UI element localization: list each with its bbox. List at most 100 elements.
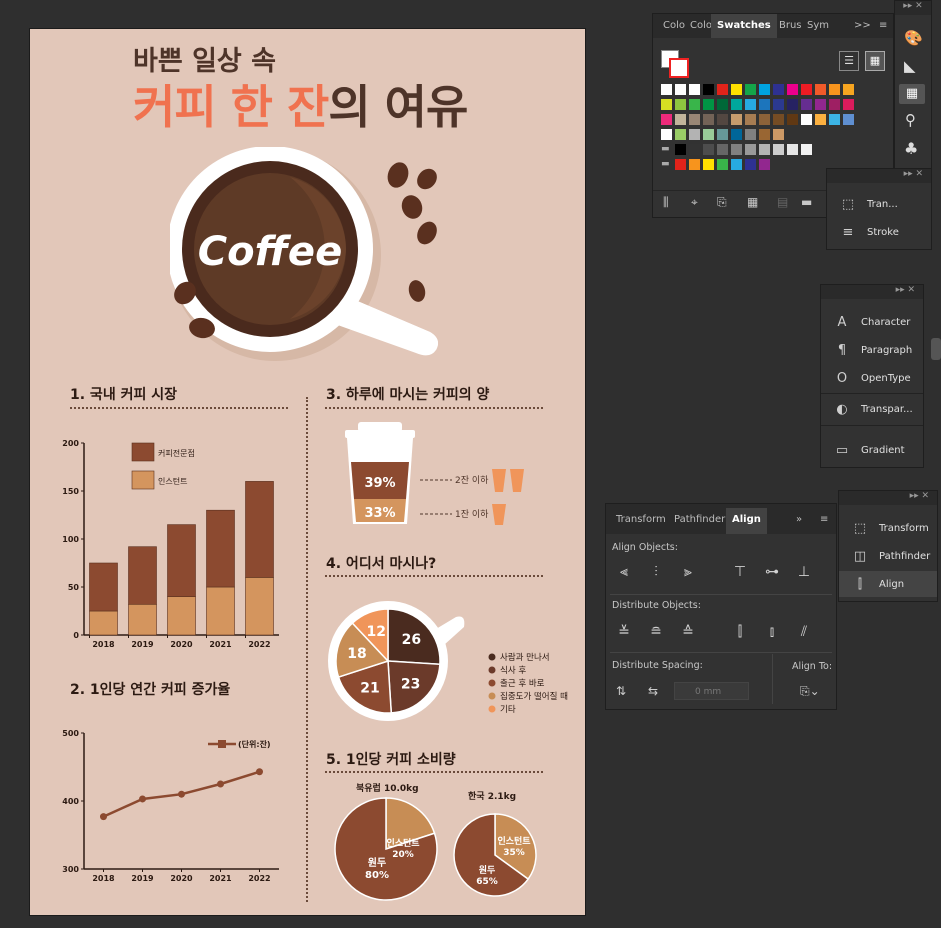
- horizontal-spacing-icon[interactable]: ⇆: [648, 684, 658, 698]
- color-swatch[interactable]: [815, 84, 826, 95]
- spacing-input[interactable]: 0 mm: [674, 682, 749, 700]
- library-icon[interactable]: ⫼: [663, 195, 669, 210]
- color-swatch[interactable]: [731, 159, 742, 170]
- swatch-grid[interactable]: ▬ ▬: [661, 84, 871, 174]
- paragraph-item[interactable]: ¶ Paragraph: [821, 337, 923, 363]
- new-group-icon[interactable]: ▬: [801, 195, 812, 209]
- color-swatch[interactable]: [689, 114, 700, 125]
- color-swatch[interactable]: [759, 144, 770, 155]
- color-swatch[interactable]: [717, 84, 728, 95]
- align-more-button[interactable]: »: [790, 508, 808, 532]
- pathfinder-item[interactable]: ◫ Pathfinder: [839, 543, 937, 569]
- vertical-spacing-icon[interactable]: ⇅: [616, 684, 626, 698]
- color-swatch[interactable]: [787, 99, 798, 110]
- swatches-panel-icon[interactable]: ▦: [899, 84, 925, 104]
- distribute-button-icon[interactable]: ≚: [614, 624, 634, 642]
- color-swatch[interactable]: [689, 129, 700, 140]
- color-swatch[interactable]: [689, 84, 700, 95]
- color-swatch[interactable]: [731, 114, 742, 125]
- color-swatch[interactable]: [675, 129, 686, 140]
- gradient-panel-icon[interactable]: ◣: [904, 57, 916, 75]
- color-swatch[interactable]: [773, 144, 784, 155]
- color-swatch[interactable]: [661, 99, 672, 110]
- tab-symbols[interactable]: Sym: [801, 14, 835, 38]
- color-swatch[interactable]: [801, 99, 812, 110]
- color-swatch[interactable]: [759, 114, 770, 125]
- color-swatch[interactable]: [773, 84, 784, 95]
- color-swatch[interactable]: [703, 159, 714, 170]
- dock-scroll-handle[interactable]: [931, 338, 941, 360]
- color-swatch[interactable]: [773, 129, 784, 140]
- color-swatch[interactable]: [717, 144, 728, 155]
- color-swatch[interactable]: [759, 99, 770, 110]
- color-swatch[interactable]: [801, 144, 812, 155]
- grid-view-icon[interactable]: ▦: [865, 51, 885, 71]
- color-swatch[interactable]: [773, 114, 784, 125]
- color-swatch[interactable]: [843, 99, 854, 110]
- color-swatch[interactable]: [661, 129, 672, 140]
- align-button-icon[interactable]: ⫶: [646, 564, 666, 582]
- color-swatch[interactable]: [717, 114, 728, 125]
- color-swatch[interactable]: [731, 129, 742, 140]
- color-swatch[interactable]: [787, 84, 798, 95]
- align-dock[interactable]: ▸▸ ✕ ⬚ Transform ◫ Pathfinder ⫿ Align: [838, 490, 938, 602]
- align-to-dropdown[interactable]: ⎘⌄: [800, 684, 820, 699]
- color-swatch[interactable]: [745, 99, 756, 110]
- transform-stroke-dock[interactable]: ▸▸ ✕ ⬚ Tran... ≡ Stroke: [826, 168, 932, 250]
- color-swatch[interactable]: [717, 99, 728, 110]
- distribute-button-icon[interactable]: ⫾: [762, 624, 782, 642]
- color-swatch[interactable]: [801, 84, 812, 95]
- color-palette-icon[interactable]: 🎨: [904, 29, 923, 47]
- color-swatch[interactable]: [689, 159, 700, 170]
- color-swatch[interactable]: [759, 159, 770, 170]
- show-kinds-icon[interactable]: ⌖: [691, 195, 698, 210]
- align-button-icon[interactable]: ⫷: [614, 564, 634, 582]
- color-swatch[interactable]: [843, 114, 854, 125]
- color-swatch[interactable]: [731, 144, 742, 155]
- brushes-panel-icon[interactable]: ⚲: [905, 111, 916, 129]
- color-swatch[interactable]: [675, 84, 686, 95]
- panel-menu-icon[interactable]: ≡: [873, 14, 893, 38]
- swatch-options-icon[interactable]: ⎘: [717, 195, 727, 210]
- align-menu-icon[interactable]: ≡: [814, 508, 834, 532]
- align-button-icon[interactable]: ⊥: [794, 564, 814, 582]
- align-button-icon[interactable]: ⊤: [730, 564, 750, 582]
- distribute-button-icon[interactable]: ⫿: [730, 624, 750, 642]
- color-swatch[interactable]: [675, 114, 686, 125]
- color-swatch[interactable]: [703, 114, 714, 125]
- color-swatch[interactable]: [815, 99, 826, 110]
- color-swatch[interactable]: [759, 84, 770, 95]
- color-swatch[interactable]: [689, 99, 700, 110]
- distribute-button-icon[interactable]: ⫽: [794, 624, 814, 642]
- color-swatch[interactable]: [717, 129, 728, 140]
- color-swatch[interactable]: [731, 99, 742, 110]
- transform-item[interactable]: ⬚ Transform: [839, 515, 937, 541]
- tab-transform[interactable]: Transform: [610, 508, 672, 532]
- color-group-icon[interactable]: ▦: [747, 195, 758, 209]
- color-swatch[interactable]: [815, 114, 826, 125]
- transparency-item[interactable]: ◐ Transpar...: [821, 396, 923, 422]
- color-swatch[interactable]: [675, 99, 686, 110]
- color-swatch[interactable]: [703, 99, 714, 110]
- color-swatch[interactable]: [745, 129, 756, 140]
- color-swatch[interactable]: [787, 144, 798, 155]
- color-swatch[interactable]: [759, 129, 770, 140]
- color-swatch[interactable]: [717, 159, 728, 170]
- color-swatch[interactable]: [843, 84, 854, 95]
- color-group-folder-icon[interactable]: ▬: [661, 144, 672, 155]
- align-objects-buttons[interactable]: ⫷ ⫶ ⫸ ⊤ ⊶ ⊥: [614, 564, 829, 584]
- color-swatch[interactable]: [787, 114, 798, 125]
- color-swatch[interactable]: [745, 114, 756, 125]
- color-swatch[interactable]: [661, 114, 672, 125]
- color-swatch[interactable]: [731, 84, 742, 95]
- align-button-icon[interactable]: ⊶: [762, 564, 782, 582]
- distribute-button-icon[interactable]: ≘: [646, 624, 666, 642]
- color-swatch[interactable]: [689, 144, 700, 155]
- type-panels-dock[interactable]: ▸▸ ✕ A Character ¶ Paragraph O OpenType ◐ Tr…: [820, 284, 924, 468]
- character-item[interactable]: A Character: [821, 309, 923, 335]
- color-swatch[interactable]: [829, 114, 840, 125]
- color-swatch[interactable]: [661, 84, 672, 95]
- color-swatch[interactable]: [829, 84, 840, 95]
- color-swatch[interactable]: [675, 144, 686, 155]
- tab-pathfinder[interactable]: Pathfinder: [668, 508, 731, 532]
